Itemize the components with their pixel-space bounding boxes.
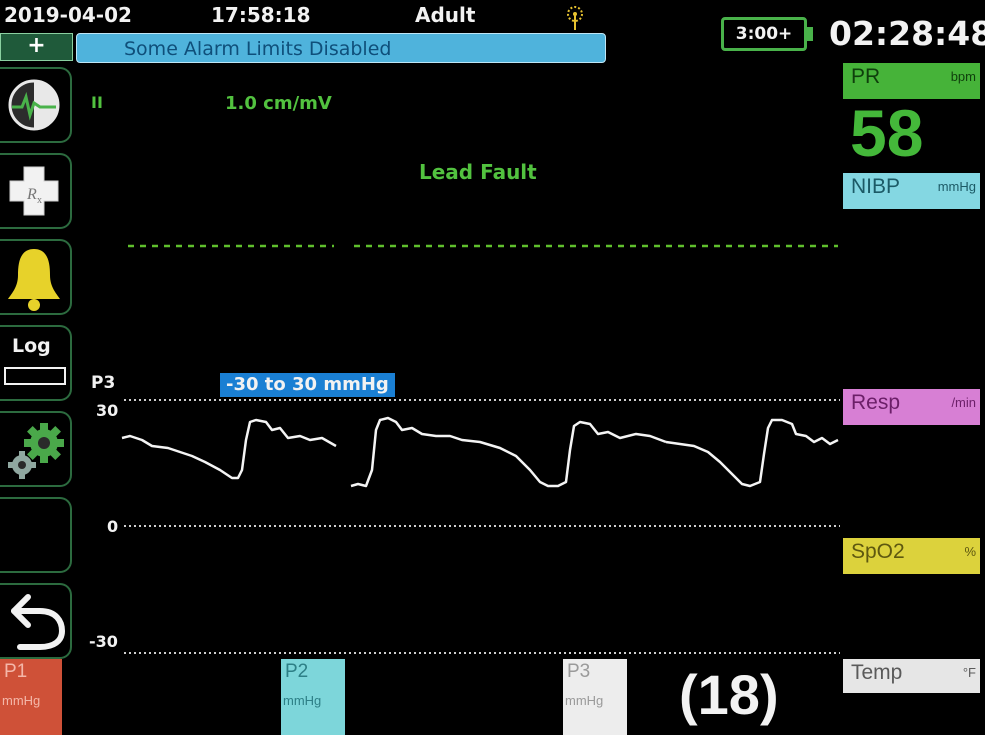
p3-mean-value: (18) <box>679 663 779 726</box>
p1-label: P1 <box>4 661 28 682</box>
p1-tile[interactable]: P1 mmHg <box>0 659 62 735</box>
temp-tile[interactable]: Temp °F <box>843 659 980 693</box>
spo2-tile[interactable]: SpO2 % <box>843 538 980 574</box>
pressure-waveform <box>121 399 840 654</box>
p2-unit: mmHg <box>283 693 322 708</box>
p2-tile[interactable]: P2 mmHg <box>281 659 345 735</box>
temp-unit: °F <box>962 665 976 680</box>
resp-unit: /min <box>951 395 976 410</box>
pr-unit: bpm <box>950 69 976 84</box>
resp-tile[interactable]: Resp /min <box>843 389 980 425</box>
pr-label: PR <box>851 65 881 88</box>
pr-tile[interactable]: PR bpm <box>843 63 980 99</box>
pr-value: 58 <box>850 96 924 170</box>
p3-label: P3 <box>567 661 591 682</box>
p2-label: P2 <box>285 661 309 682</box>
p1-unit: mmHg <box>2 693 41 708</box>
nibp-unit: mmHg <box>937 179 976 194</box>
nibp-label: NIBP <box>851 175 901 198</box>
nibp-tile[interactable]: NIBP mmHg <box>843 173 980 209</box>
p3-tile[interactable]: P3 mmHg <box>563 659 627 735</box>
p3-unit: mmHg <box>565 693 604 708</box>
temp-label: Temp <box>851 661 903 684</box>
spo2-label: SpO2 <box>851 540 905 563</box>
spo2-unit: % <box>964 544 976 559</box>
resp-label: Resp <box>851 391 901 414</box>
